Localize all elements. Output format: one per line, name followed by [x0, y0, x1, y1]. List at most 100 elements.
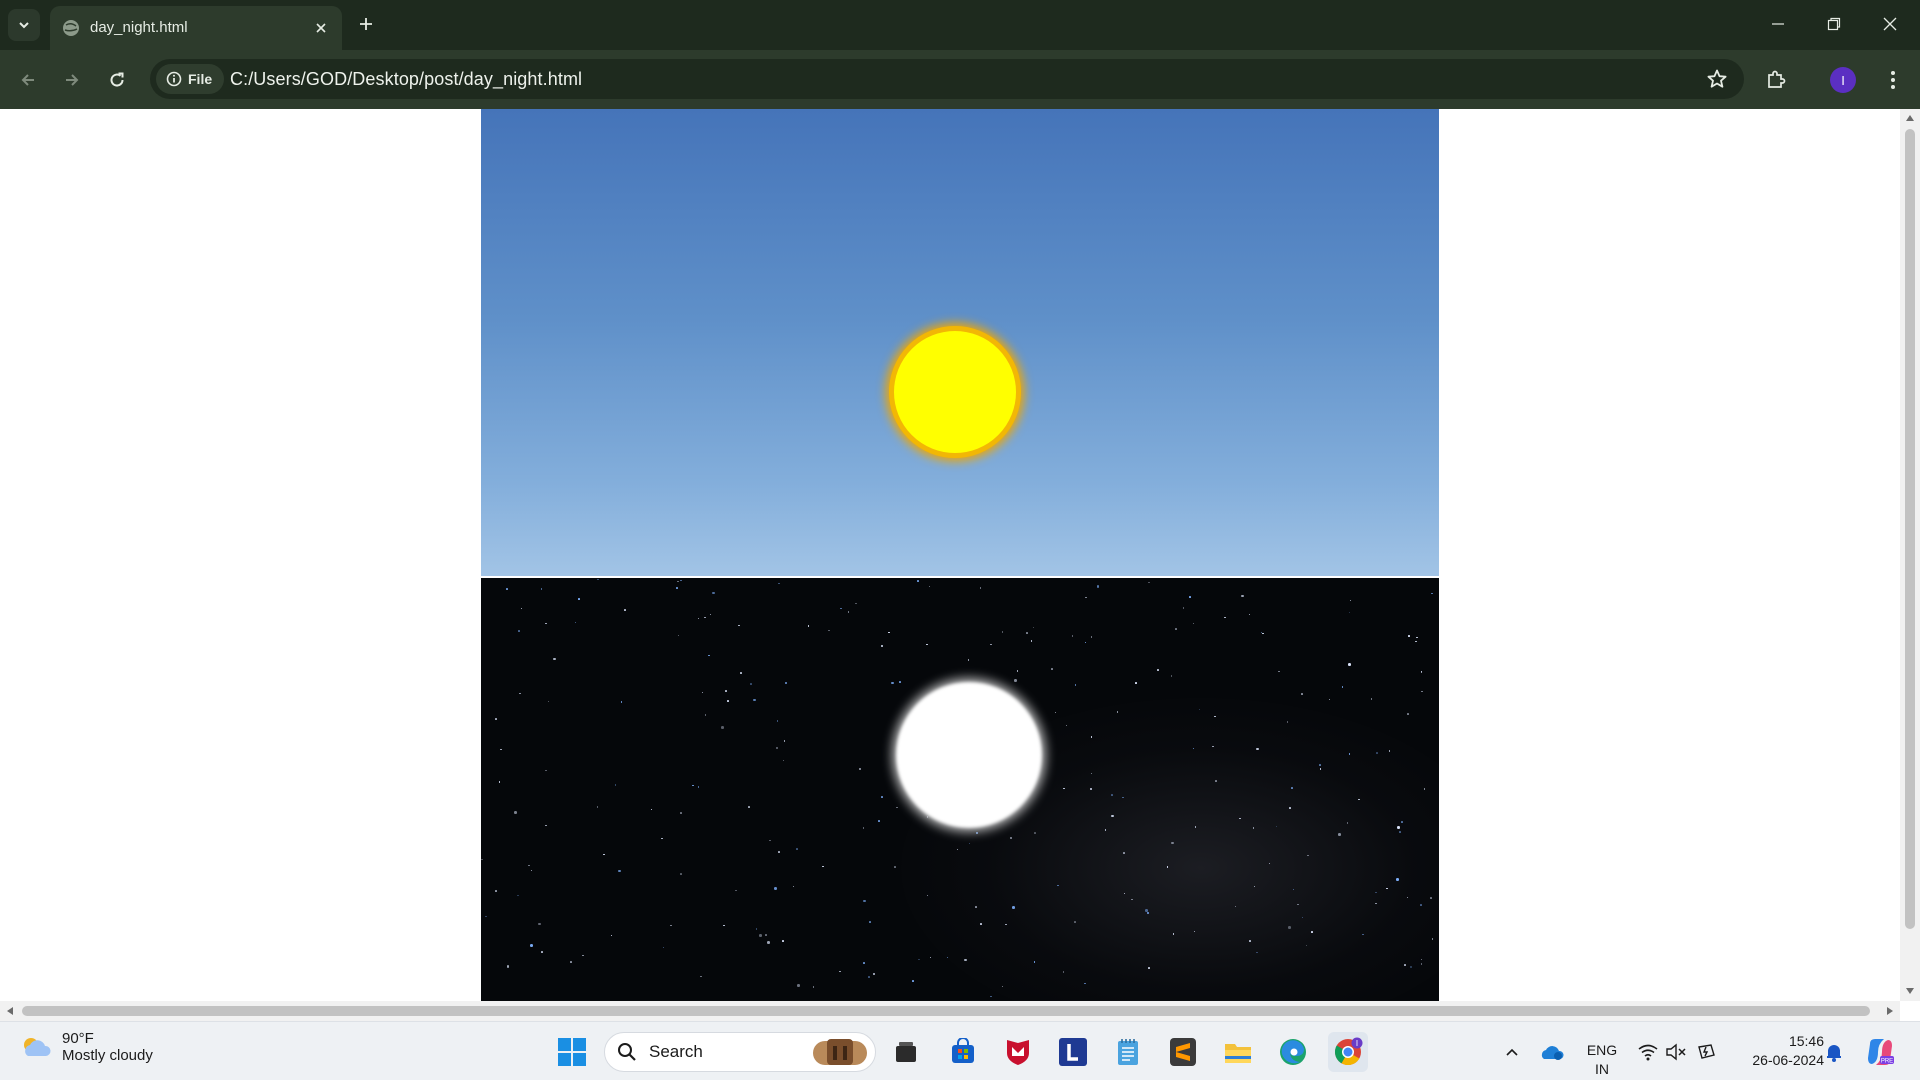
copilot-icon: PRE	[1868, 1039, 1894, 1065]
bookmark-star-icon[interactable]	[1706, 68, 1728, 90]
onedrive-icon	[1541, 1046, 1564, 1060]
language-code: ENG	[1586, 1042, 1618, 1058]
scroll-right-arrow[interactable]	[1884, 1005, 1896, 1017]
edge-button[interactable]	[1273, 1032, 1313, 1072]
star	[899, 681, 901, 683]
triangle-right-icon	[1887, 1007, 1893, 1015]
star	[1084, 641, 1087, 644]
battery-button[interactable]	[1686, 1032, 1726, 1072]
star	[1215, 780, 1217, 782]
mcafee-button[interactable]	[998, 1032, 1038, 1072]
vertical-scroll-thumb[interactable]	[1905, 129, 1915, 929]
day-panel	[481, 109, 1439, 576]
l-app-button[interactable]	[1053, 1032, 1093, 1072]
star	[727, 700, 729, 702]
star	[610, 934, 613, 937]
star	[704, 714, 707, 716]
weather-widget[interactable]: 90°F Mostly cloudy	[20, 1030, 153, 1064]
star	[1291, 787, 1293, 789]
restore-button[interactable]	[1806, 0, 1862, 48]
star	[676, 587, 678, 589]
clock-date: 26-06-2024	[1752, 1052, 1824, 1068]
copilot-button[interactable]: PRE	[1860, 1032, 1900, 1072]
star	[926, 643, 928, 646]
star	[614, 784, 617, 786]
star	[967, 659, 970, 661]
scroll-left-arrow[interactable]	[4, 1005, 16, 1017]
star	[797, 984, 800, 987]
minimize-button[interactable]	[1750, 0, 1806, 48]
horizontal-scroll-thumb[interactable]	[22, 1006, 1870, 1016]
close-icon	[316, 23, 326, 33]
extensions-button[interactable]	[1760, 64, 1792, 96]
back-button[interactable]	[12, 64, 44, 96]
star	[774, 887, 777, 890]
chrome-button[interactable]: I	[1328, 1032, 1368, 1072]
star	[839, 970, 841, 973]
star	[1408, 635, 1410, 637]
forward-button[interactable]	[56, 64, 88, 96]
star	[878, 820, 880, 822]
star	[692, 784, 694, 787]
star	[776, 720, 779, 722]
star	[1311, 931, 1313, 933]
star	[1032, 626, 1034, 629]
star	[1135, 682, 1137, 684]
menu-button[interactable]	[1877, 64, 1909, 96]
notepad-button[interactable]	[1108, 1032, 1148, 1072]
site-info-chip[interactable]: File	[156, 64, 224, 94]
star	[553, 657, 556, 661]
star	[624, 609, 626, 611]
star	[1170, 675, 1173, 677]
avatar: I	[1830, 67, 1856, 93]
show-hidden-icons-button[interactable]	[1492, 1032, 1532, 1072]
tab-close-button[interactable]	[310, 17, 332, 39]
vertical-scrollbar[interactable]	[1900, 109, 1920, 1001]
notifications-button[interactable]	[1814, 1032, 1854, 1072]
star	[990, 995, 992, 998]
star	[519, 692, 521, 695]
windows-start-button[interactable]	[552, 1032, 592, 1072]
address-bar[interactable]: File C:/Users/GOD/Desktop/post/day_night…	[150, 59, 1744, 99]
globe-icon	[63, 20, 79, 36]
new-tab-button[interactable]	[352, 10, 380, 38]
horizontal-scrollbar[interactable]	[0, 1001, 1900, 1021]
close-window-button[interactable]	[1862, 0, 1918, 48]
star	[1375, 902, 1377, 905]
star	[840, 607, 842, 610]
tab-active[interactable]: day_night.html	[50, 6, 342, 50]
star	[1214, 715, 1216, 718]
star	[858, 767, 862, 771]
url-text[interactable]: C:/Users/GOD/Desktop/post/day_night.html	[230, 69, 582, 90]
star	[709, 613, 711, 616]
star	[1348, 611, 1351, 614]
star	[1431, 592, 1433, 595]
language-indicator[interactable]: ENG IN	[1582, 1041, 1622, 1079]
profile-button[interactable]: I	[1827, 64, 1859, 96]
star	[547, 700, 550, 703]
star	[1289, 807, 1291, 809]
star	[545, 769, 547, 772]
task-view-button[interactable]	[886, 1032, 926, 1072]
scroll-up-arrow[interactable]	[1904, 112, 1916, 124]
star	[1430, 897, 1432, 899]
taskbar-search[interactable]: Search	[604, 1032, 876, 1072]
star	[1171, 841, 1174, 845]
reload-button[interactable]	[101, 64, 133, 96]
file-explorer-button[interactable]	[1218, 1032, 1258, 1072]
clock[interactable]: 15:46 26-06-2024	[1732, 1032, 1824, 1070]
chevron-down-icon	[19, 22, 29, 29]
file-explorer-icon	[1225, 1044, 1251, 1063]
star	[1051, 668, 1053, 670]
star	[753, 698, 756, 702]
star	[888, 631, 890, 634]
tab-search-button[interactable]	[8, 9, 40, 41]
microsoft-store-button[interactable]	[943, 1032, 983, 1072]
star	[1346, 822, 1349, 824]
star	[868, 976, 870, 978]
sublime-text-button[interactable]	[1163, 1032, 1203, 1072]
onedrive-button[interactable]	[1532, 1032, 1572, 1072]
star	[708, 654, 710, 657]
star	[1014, 679, 1017, 682]
scroll-down-arrow[interactable]	[1904, 985, 1916, 997]
